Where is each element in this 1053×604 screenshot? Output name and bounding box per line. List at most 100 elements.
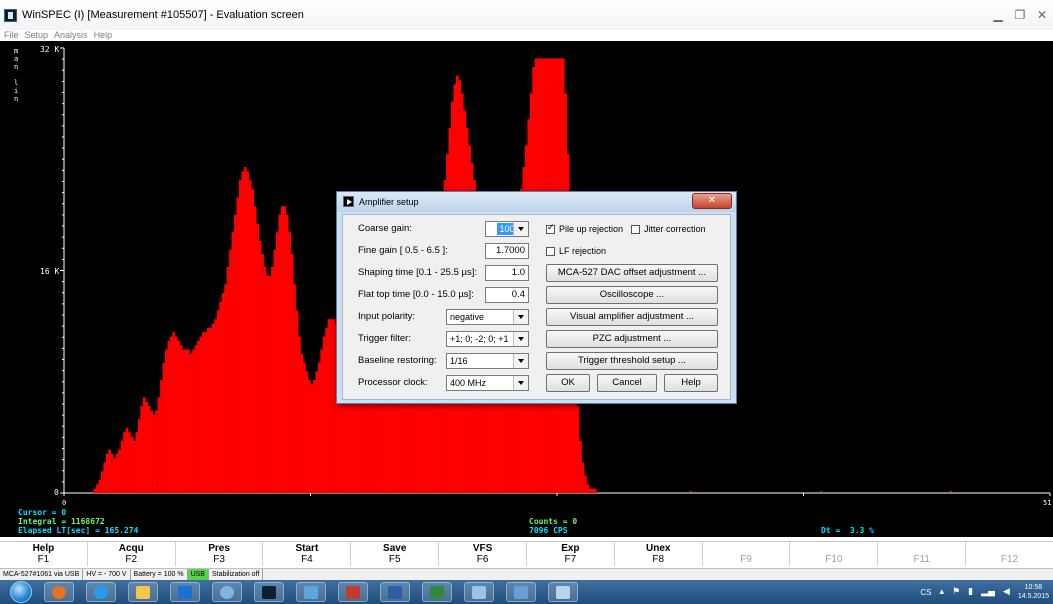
fkey-save[interactable]: Save F5 — [351, 542, 440, 566]
close-icon[interactable]: ✕ — [1031, 6, 1053, 24]
fkey-label — [966, 543, 1053, 554]
chevron-down-icon[interactable] — [513, 376, 528, 390]
fkey-start[interactable]: Start F4 — [263, 542, 352, 566]
fkey-acqu[interactable]: Acqu F2 — [88, 542, 176, 566]
ok-button[interactable]: OK — [546, 374, 590, 392]
trigger-filter-label: Trigger filter: — [358, 333, 411, 344]
app-taskbar-icon[interactable] — [296, 582, 326, 602]
oscilloscope-button[interactable]: Oscilloscope ... — [546, 286, 718, 304]
fkey-number: F4 — [301, 554, 313, 565]
lf-rejection-label: LF rejection — [559, 246, 607, 256]
help-button[interactable]: Help — [664, 374, 718, 392]
flat-top-time-label: Flat top time [0.0 - 15.0 µs]: — [358, 289, 474, 300]
spectrum-bar — [280, 206, 284, 493]
pzc-adjustment-button[interactable]: PZC adjustment ... — [546, 330, 718, 348]
dialog-title-bar[interactable]: Amplifier setup ✕ — [337, 192, 736, 212]
language-indicator[interactable]: CS — [920, 588, 931, 597]
spectrum-bar — [214, 319, 218, 493]
app-taskbar-icon[interactable] — [338, 582, 368, 602]
lf-rejection-checkbox[interactable]: LF rejection — [546, 246, 606, 256]
app-taskbar-icon[interactable] — [212, 582, 242, 602]
fkey-pres[interactable]: Pres F3 — [176, 542, 264, 566]
fkey-label: Save — [383, 543, 407, 554]
maximize-icon[interactable]: ❐ — [1009, 6, 1031, 24]
clock[interactable]: 10:58 14.5.2015 — [1018, 583, 1049, 601]
explorer-taskbar-icon[interactable] — [128, 582, 158, 602]
spectrum-bar — [182, 349, 185, 493]
fkey-unex[interactable]: Unex F8 — [615, 542, 703, 566]
input-polarity-select[interactable]: negative — [446, 309, 529, 325]
trigger-filter-select[interactable]: +1; 0; -2; 0; +1 — [446, 331, 529, 347]
spectrum-bar — [206, 327, 210, 493]
spectrum-bar — [406, 397, 410, 493]
fine-gain-field[interactable]: 1.7000 — [485, 243, 529, 259]
firefox-taskbar-icon[interactable] — [44, 582, 74, 602]
media-player-taskbar-icon[interactable] — [170, 582, 200, 602]
spectrum-bar — [275, 232, 279, 493]
spectrum-bar — [189, 353, 193, 493]
dac-offset-button[interactable]: MCA-527 DAC offset adjustment ... — [546, 264, 718, 282]
spectrum-bar — [219, 301, 222, 493]
shaping-time-field[interactable]: 1.0 — [485, 265, 529, 281]
dialog-app-icon — [343, 196, 354, 207]
baseline-restoring-label: Baseline restoring: — [358, 355, 437, 366]
fkey-f12[interactable]: F12 — [966, 542, 1053, 566]
coarse-gain-select[interactable]: 100 — [485, 221, 529, 237]
dialog-close-icon[interactable]: ✕ — [692, 193, 732, 209]
spectrum-bar — [241, 171, 245, 494]
fkey-f9[interactable]: F9 — [703, 542, 791, 566]
clock-date: 14.5.2015 — [1017, 593, 1049, 600]
winspec-taskbar-icon[interactable] — [254, 582, 284, 602]
fkey-help[interactable]: Help F1 — [0, 542, 88, 566]
chevron-down-icon[interactable] — [513, 310, 528, 324]
checkbox-box[interactable] — [546, 223, 555, 234]
signal-icon[interactable]: ▂▄ — [981, 587, 995, 597]
chevron-down-icon[interactable] — [513, 222, 528, 236]
checkbox-box[interactable] — [546, 246, 555, 256]
trigger-threshold-button[interactable]: Trigger threshold setup ... — [546, 352, 718, 370]
app-taskbar-icon[interactable] — [506, 582, 536, 602]
spectrum-bar — [162, 362, 166, 493]
spectrum-bar — [317, 362, 321, 493]
menu-analysis[interactable]: Analysis — [54, 30, 88, 41]
flag-icon[interactable]: ⚑ — [952, 587, 960, 597]
baseline-restoring-select[interactable]: 1/16 — [446, 353, 529, 369]
fkey-f10[interactable]: F10 — [790, 542, 879, 566]
spectrum-bar — [194, 345, 198, 493]
flat-top-time-field[interactable]: 0.4 — [485, 287, 529, 303]
spectrum-bar — [155, 410, 158, 493]
spectrum-bar — [211, 323, 215, 493]
menu-setup[interactable]: Setup — [25, 30, 49, 41]
menu-help[interactable]: Help — [94, 30, 113, 41]
fkey-exp[interactable]: Exp F7 — [527, 542, 615, 566]
spectrum-bar — [231, 232, 235, 493]
excel-taskbar-icon[interactable] — [422, 582, 452, 602]
fkey-label — [790, 543, 877, 554]
checkbox-box[interactable] — [631, 224, 640, 234]
processor-clock-select[interactable]: 400 MHz — [446, 375, 529, 391]
cancel-button[interactable]: Cancel — [597, 374, 657, 392]
dialog-title: Amplifier setup — [359, 197, 419, 207]
app-taskbar-icon[interactable] — [464, 582, 494, 602]
spectrum-bar — [204, 332, 208, 493]
start-button-icon[interactable] — [10, 581, 32, 603]
menu-file[interactable]: File — [4, 30, 19, 41]
spectrum-bar — [105, 453, 109, 493]
ie-taskbar-icon[interactable] — [86, 582, 116, 602]
spectrum-bar — [157, 397, 161, 493]
chevron-down-icon[interactable] — [513, 354, 528, 368]
volume-icon[interactable]: ◀ — [1003, 587, 1010, 597]
pile-up-rejection-checkbox[interactable]: Pile up rejection — [546, 223, 623, 234]
tray-expand-icon[interactable]: ▴ — [940, 587, 945, 597]
visual-amplifier-button[interactable]: Visual amplifier adjustment ... — [546, 308, 718, 326]
network-icon[interactable]: ▮ — [968, 587, 973, 597]
app-taskbar-icon[interactable] — [548, 582, 578, 602]
chevron-down-icon[interactable] — [513, 332, 528, 346]
word-taskbar-icon[interactable] — [380, 582, 410, 602]
spectrum-bar — [322, 336, 326, 493]
fkey-f11[interactable]: F11 — [878, 542, 967, 566]
jitter-correction-checkbox[interactable]: Jitter correction — [631, 224, 706, 234]
spectrum-bar — [330, 319, 333, 493]
minimize-icon[interactable]: ▁ — [987, 6, 1009, 24]
fkey-vfs[interactable]: VFS F6 — [439, 542, 527, 566]
